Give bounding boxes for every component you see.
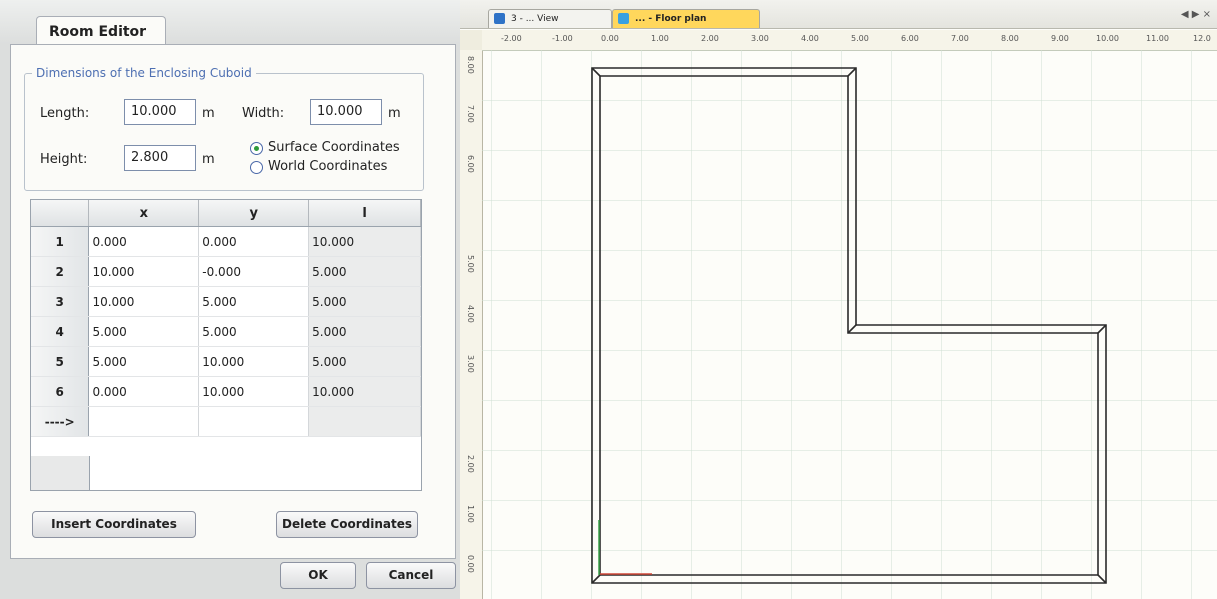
- column-header-l[interactable]: l: [308, 200, 421, 227]
- ruler-h-label: 6.00: [901, 34, 919, 43]
- new-row[interactable]: ---->: [31, 406, 421, 437]
- ruler-h-label: 0.00: [601, 34, 619, 43]
- row-number[interactable]: 4: [31, 316, 90, 347]
- floor-plan-view: 3 - ... View ... - Floor plan ◀ ▶ × -2.0…: [460, 0, 1217, 599]
- corner-header: [31, 200, 90, 227]
- cell-l: 5.000: [308, 286, 421, 317]
- cell-x[interactable]: 5.000: [88, 316, 200, 347]
- ruler-v-label: 7.00: [466, 105, 475, 123]
- tab-floor-plan-label: ... - Floor plan: [635, 14, 707, 24]
- width-unit: m: [388, 106, 401, 121]
- row-number[interactable]: 6: [31, 376, 90, 407]
- cell-l: 10.000: [308, 226, 421, 257]
- ruler-h-label: 4.00: [801, 34, 819, 43]
- ok-button[interactable]: OK: [280, 562, 356, 589]
- ruler-v-label: 8.00: [466, 56, 475, 74]
- cancel-button[interactable]: Cancel: [366, 562, 456, 589]
- ruler-h-label: -2.00: [501, 34, 522, 43]
- surface-coordinates-radio[interactable]: [250, 142, 263, 155]
- tab-room-editor[interactable]: Room Editor: [36, 16, 166, 46]
- cell-l: [308, 406, 421, 437]
- tab-3d-view-label: 3 - ... View: [511, 14, 559, 24]
- cell-y[interactable]: 5.000: [198, 316, 310, 347]
- cell-y[interactable]: 5.000: [198, 286, 310, 317]
- delete-coordinates-button[interactable]: Delete Coordinates: [276, 511, 418, 538]
- row-number[interactable]: 3: [31, 286, 90, 317]
- row-number[interactable]: 1: [31, 226, 90, 257]
- table-row[interactable]: 2 10.000 -0.000 5.000: [31, 256, 421, 287]
- ruler-v-label: 6.00: [466, 155, 475, 173]
- table-row[interactable]: 5 5.000 10.000 5.000: [31, 346, 421, 377]
- tab-floor-plan[interactable]: ... - Floor plan: [612, 9, 760, 28]
- cell-y[interactable]: [198, 406, 310, 437]
- room-editor-panel: Room Editor Dimensions of the Enclosing …: [0, 0, 460, 599]
- cell-y[interactable]: 10.000: [198, 376, 310, 407]
- length-unit: m: [202, 106, 215, 121]
- table-header-row: x y l: [31, 200, 421, 227]
- ruler-h-label: 7.00: [951, 34, 969, 43]
- ruler-h-label: 1.00: [651, 34, 669, 43]
- length-field[interactable]: 10.000: [124, 99, 196, 125]
- ruler-h-label: 8.00: [1001, 34, 1019, 43]
- cell-x[interactable]: 10.000: [88, 256, 200, 287]
- row-number[interactable]: 2: [31, 256, 90, 287]
- ruler-h-label: 5.00: [851, 34, 869, 43]
- cell-x[interactable]: 10.000: [88, 286, 200, 317]
- coordinates-table: x y l 1 0.000 0.000 10.000 2 10.000 -0.0…: [30, 199, 422, 491]
- cell-l: 5.000: [308, 316, 421, 347]
- tab-3d-view[interactable]: 3 - ... View: [488, 9, 612, 28]
- tab-nav-arrows[interactable]: ◀ ▶ ×: [1181, 9, 1211, 20]
- ruler-v-label: 2.00: [466, 455, 475, 473]
- height-unit: m: [202, 152, 215, 167]
- ruler-h-label: 11.00: [1146, 34, 1169, 43]
- floor-plan-icon: [618, 13, 629, 24]
- width-field[interactable]: 10.000: [310, 99, 382, 125]
- insert-coordinates-button[interactable]: Insert Coordinates: [32, 511, 196, 538]
- world-coordinates-label[interactable]: World Coordinates: [268, 159, 387, 174]
- cell-x[interactable]: 5.000: [88, 346, 200, 377]
- group-title: Dimensions of the Enclosing Cuboid: [32, 66, 256, 80]
- column-header-x[interactable]: x: [88, 200, 200, 227]
- cell-l: 5.000: [308, 256, 421, 287]
- column-header-y[interactable]: y: [198, 200, 310, 227]
- height-label: Height:: [40, 152, 88, 167]
- length-label: Length:: [40, 106, 90, 121]
- table-row[interactable]: 3 10.000 5.000 5.000: [31, 286, 421, 317]
- cell-l: 10.000: [308, 376, 421, 407]
- surface-coordinates-label[interactable]: Surface Coordinates: [268, 140, 400, 155]
- ruler-h-label: 2.00: [701, 34, 719, 43]
- ruler-h-label: 3.00: [751, 34, 769, 43]
- ruler-h-label: 9.00: [1051, 34, 1069, 43]
- cell-l: 5.000: [308, 346, 421, 377]
- table-row[interactable]: 1 0.000 0.000 10.000: [31, 226, 421, 257]
- ruler-v-label: 3.00: [466, 355, 475, 373]
- view-icon: [494, 13, 505, 24]
- ruler-v-label: 1.00: [466, 505, 475, 523]
- ruler-h-label: -1.00: [552, 34, 573, 43]
- ruler-h-label: 10.00: [1096, 34, 1119, 43]
- row-number[interactable]: 5: [31, 346, 90, 377]
- ruler-v-label: 5.00: [466, 255, 475, 273]
- cell-x[interactable]: 0.000: [88, 376, 200, 407]
- table-row[interactable]: 4 5.000 5.000 5.000: [31, 316, 421, 347]
- world-coordinates-radio[interactable]: [250, 161, 263, 174]
- floor-plan-canvas[interactable]: [482, 50, 1217, 599]
- height-field[interactable]: 2.800: [124, 145, 196, 171]
- table-row[interactable]: 6 0.000 10.000 10.000: [31, 376, 421, 407]
- ruler-corner: [460, 30, 483, 51]
- new-row-marker[interactable]: ---->: [31, 406, 90, 437]
- table-empty-area: [31, 456, 90, 490]
- cell-y[interactable]: 0.000: [198, 226, 310, 257]
- cell-x[interactable]: 0.000: [88, 226, 200, 257]
- ruler-h-label: 12.0: [1193, 34, 1211, 43]
- cell-x[interactable]: [88, 406, 200, 437]
- cell-y[interactable]: 10.000: [198, 346, 310, 377]
- width-label: Width:: [242, 106, 285, 121]
- cell-y[interactable]: -0.000: [198, 256, 310, 287]
- ruler-v-label: 4.00: [466, 305, 475, 323]
- ruler-v-label: 0.00: [466, 555, 475, 573]
